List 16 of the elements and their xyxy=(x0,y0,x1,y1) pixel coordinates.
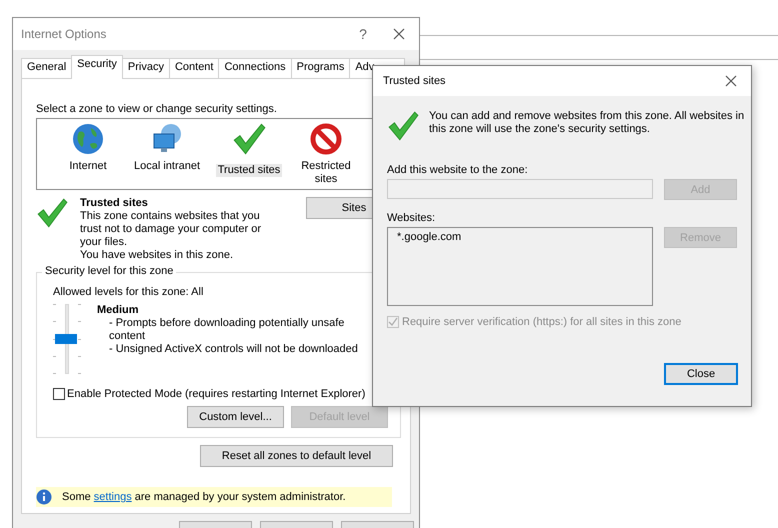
zone-description: This zone contains websites that you trust not to damage your computer or your files. xyxy=(80,210,262,249)
checkbox-label: Require server verification (https:) for all sites in this zone xyxy=(402,316,682,328)
window-title: Internet Options xyxy=(21,27,108,41)
zone-title: Trusted sites xyxy=(80,197,149,210)
allowed-levels: Allowed levels for this zone: All xyxy=(53,286,204,298)
zone-prompt: Select a zone to view or change security settings. xyxy=(36,103,278,115)
level-name: Medium xyxy=(97,304,140,317)
group-label: Security level for this zone xyxy=(42,265,176,277)
zone-status: You have websites in this zone. xyxy=(80,249,234,262)
dialog-description: You can add and remove websites from this zone. All websites in this zone will use the zone's security settings. xyxy=(429,110,746,137)
add-label: Add this website to the zone: xyxy=(387,164,529,176)
level-detail: - Unsigned ActiveX controls will not be downloaded xyxy=(108,343,359,356)
dialog-title: Trusted sites xyxy=(383,75,447,87)
info-text: Some settings are managed by your system administrator. xyxy=(62,491,346,503)
level-detail: - Prompts before downloading potentially unsafe content xyxy=(108,317,346,343)
checkbox-label: Enable Protected Mode (requires restarting Internet Explorer) xyxy=(67,388,366,400)
